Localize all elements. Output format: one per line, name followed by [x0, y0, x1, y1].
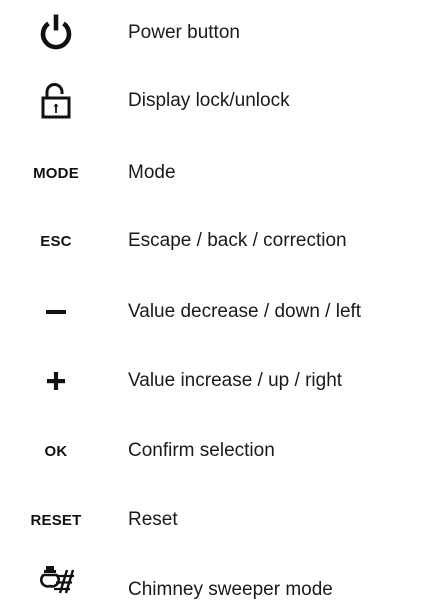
minus-icon: [8, 292, 104, 332]
legend-row-mode: MODE Mode: [0, 153, 436, 193]
mode-label: MODE: [33, 164, 79, 182]
legend-description: Mode: [128, 162, 176, 183]
legend-description: Value increase / up / right: [128, 370, 343, 391]
chimney-sweeper-icon: [8, 566, 104, 606]
legend-row-power: Power button: [0, 13, 436, 53]
button-legend: Power button Display lock/unlock MODE Mo…: [0, 0, 436, 613]
legend-row-minus: Value decrease / down / left: [0, 292, 436, 332]
legend-description: Display lock/unlock: [128, 90, 290, 111]
legend-description: Confirm selection: [128, 440, 275, 461]
legend-description: Escape / back / correction: [128, 230, 347, 251]
legend-description: Reset: [128, 509, 178, 530]
ok-label: OK: [44, 442, 68, 460]
legend-description: Value decrease / down / left: [128, 301, 362, 322]
legend-row-lock: Display lock/unlock: [0, 81, 436, 121]
legend-description: Chimney sweeper mode: [128, 579, 333, 600]
plus-icon: [8, 361, 104, 401]
reset-label: RESET: [30, 511, 82, 529]
legend-description: Power button: [128, 22, 240, 43]
legend-row-ok: OK Confirm selection: [0, 431, 436, 471]
lock-icon: [8, 81, 104, 121]
legend-row-chimney-sweeper: Chimney sweeper mode: [0, 566, 436, 606]
legend-row-plus: Value increase / up / right: [0, 361, 436, 401]
legend-row-reset: RESET Reset: [0, 500, 436, 540]
legend-row-esc: ESC Escape / back / correction: [0, 221, 436, 261]
power-icon: [8, 13, 104, 53]
esc-label: ESC: [40, 232, 72, 250]
